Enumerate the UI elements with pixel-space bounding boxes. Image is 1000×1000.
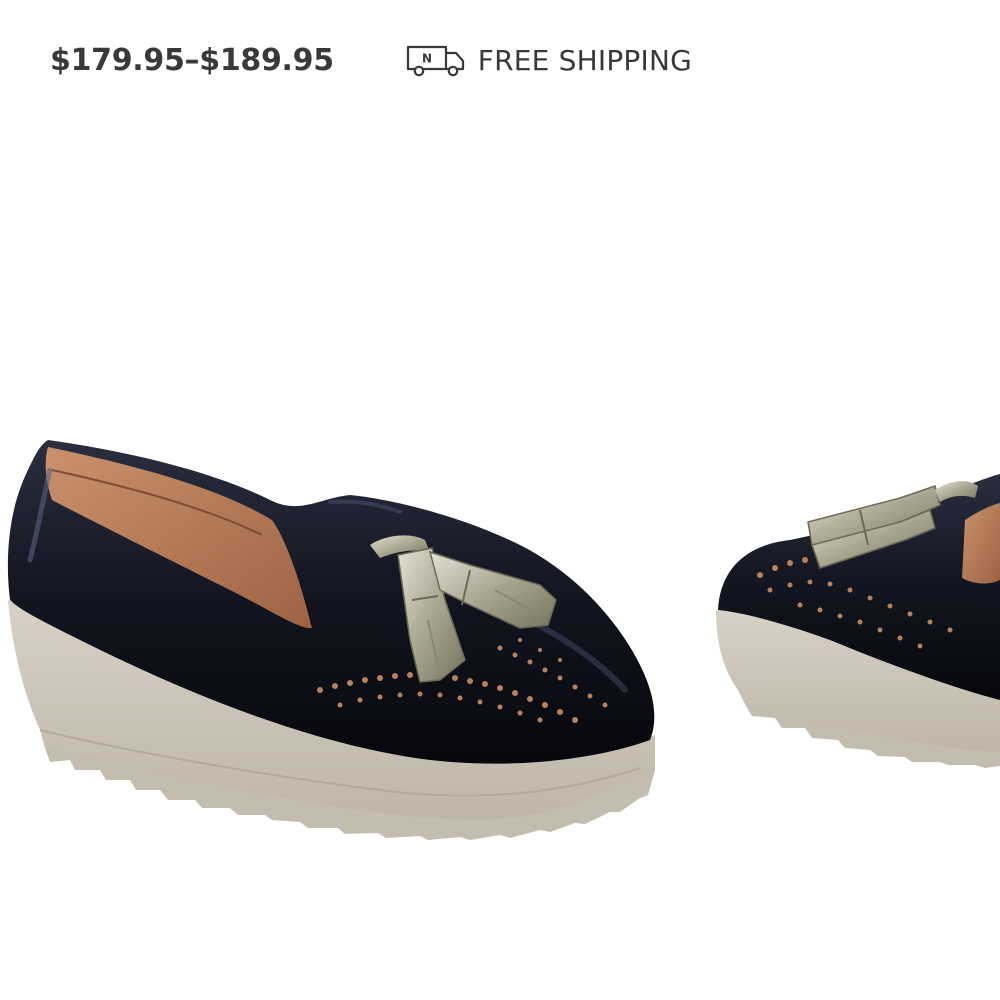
free-shipping-label: FREE SHIPPING bbox=[477, 43, 692, 77]
product-image bbox=[7, 440, 1000, 840]
main-shoe bbox=[7, 440, 655, 840]
secondary-shoe bbox=[716, 474, 1000, 768]
free-shipping-badge: N FREE SHIPPING bbox=[406, 41, 692, 79]
truck-icon: N bbox=[406, 45, 464, 77]
truck-icon-letter: N bbox=[422, 52, 432, 66]
price-range: $179.95–$189.95 bbox=[50, 42, 334, 78]
price-bar: $179.95–$189.95 N FREE SHIPPING bbox=[50, 36, 692, 84]
